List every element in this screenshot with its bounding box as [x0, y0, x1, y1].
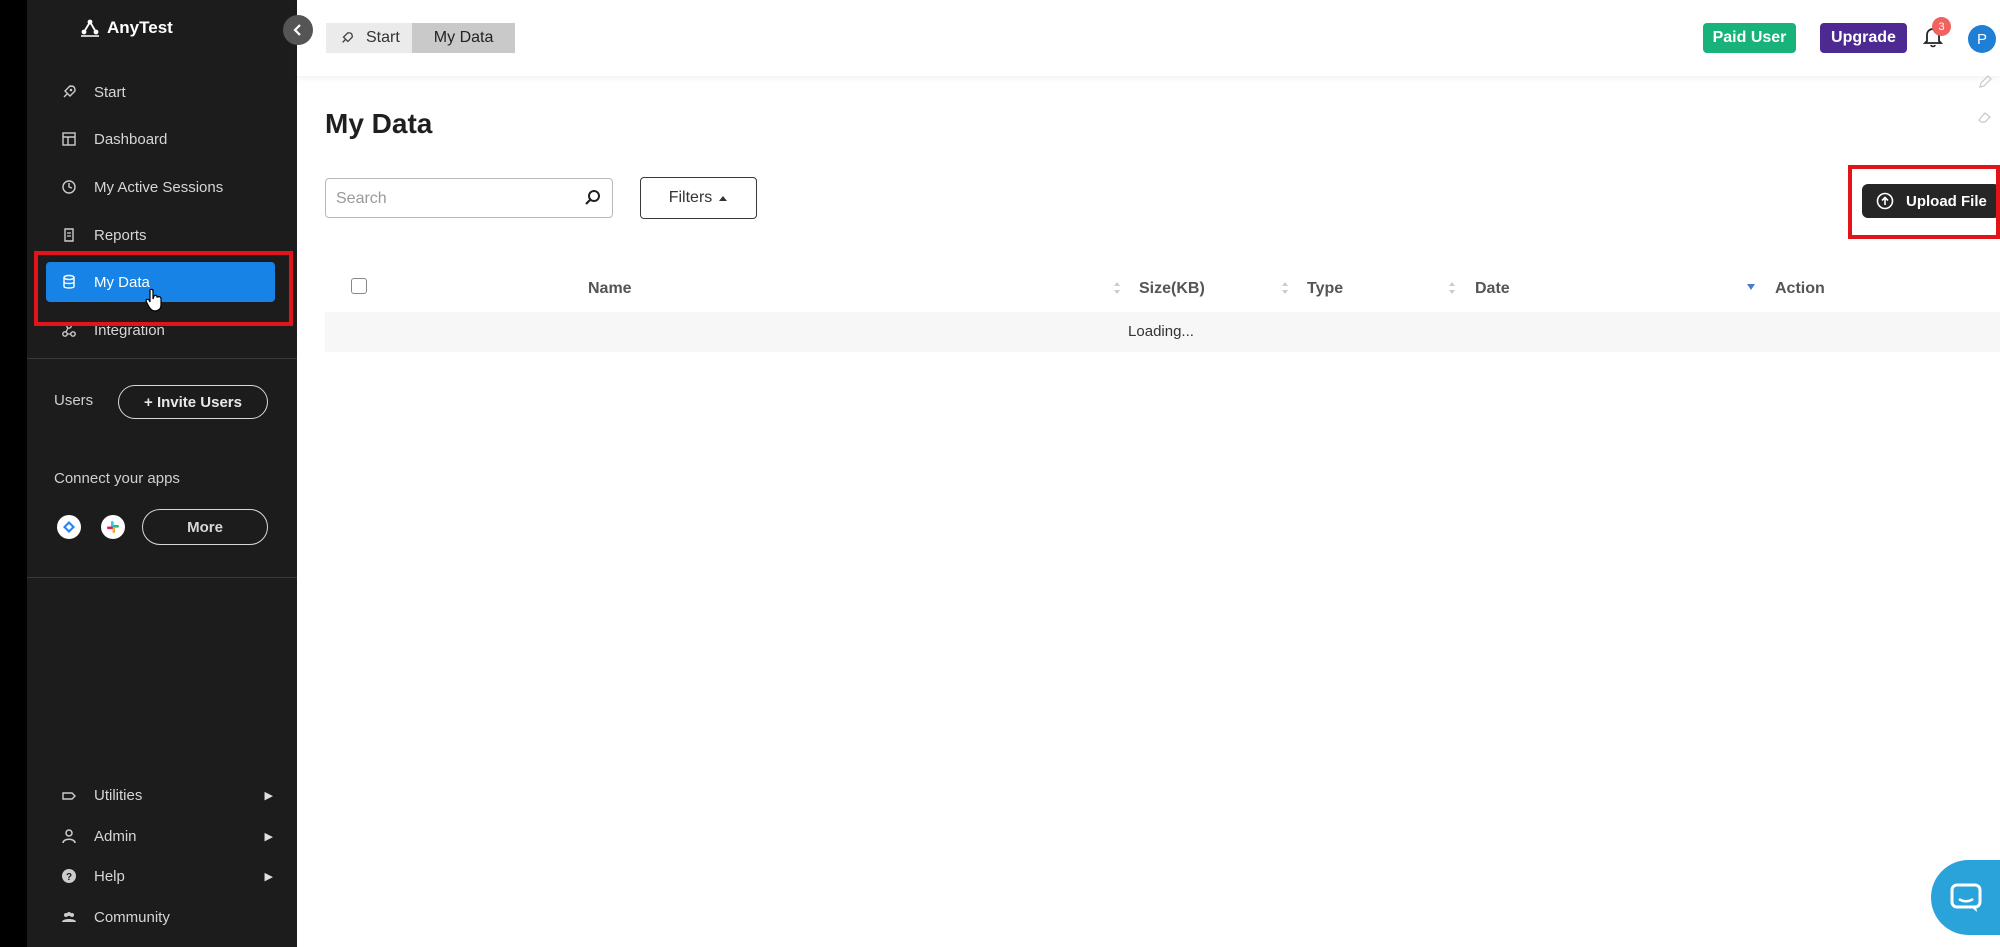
select-all-checkbox[interactable] — [351, 278, 367, 294]
sidebar-item-label: My Active Sessions — [94, 178, 224, 196]
svg-text:?: ? — [66, 872, 72, 883]
chevron-left-icon — [293, 24, 301, 36]
sidebar-item-label: My Data — [94, 273, 150, 291]
mouse-cursor — [145, 288, 163, 312]
expand-arrow-icon: ▶ — [264, 830, 273, 843]
sidebar: AnyTest Start Dashboard My Active Sessio… — [27, 0, 297, 947]
rocket-icon — [60, 83, 78, 101]
sidebar-item-label: Start — [94, 83, 126, 101]
sidebar-item-label: Dashboard — [94, 130, 168, 148]
sort-icon[interactable] — [1280, 278, 1290, 298]
slack-icon[interactable] — [101, 515, 125, 539]
dashboard-icon — [60, 130, 78, 148]
sidebar-item-admin[interactable]: Admin ▶ — [46, 819, 292, 853]
sidebar-item-label: Community — [94, 908, 170, 926]
app-name: AnyTest — [107, 18, 173, 37]
loading-text: Loading... — [1128, 323, 1194, 340]
sort-desc-icon[interactable] — [1746, 278, 1756, 298]
column-header-date[interactable]: Date — [1475, 280, 1510, 298]
filters-button[interactable]: Filters — [640, 177, 757, 219]
paid-user-badge[interactable]: Paid User — [1703, 23, 1796, 53]
upload-file-button[interactable]: Upload File — [1862, 184, 2000, 218]
users-label: Users — [54, 392, 94, 409]
pencil-icon[interactable] — [1978, 75, 1992, 89]
app-logo[interactable]: AnyTest — [79, 16, 173, 40]
clock-icon — [60, 178, 78, 196]
collapse-sidebar-button[interactable] — [283, 15, 313, 45]
sort-icon[interactable] — [1112, 278, 1122, 298]
chat-icon — [1950, 883, 1981, 912]
search-icon[interactable] — [584, 189, 602, 207]
breadcrumb: Start My Data — [326, 23, 516, 53]
integration-icon — [60, 321, 78, 339]
upload-icon — [1876, 192, 1894, 210]
database-icon — [60, 273, 78, 291]
help-icon: ? — [60, 867, 78, 885]
sidebar-item-label: Help — [94, 867, 125, 885]
jira-icon[interactable] — [57, 515, 81, 539]
sidebar-item-help[interactable]: ? Help ▶ — [46, 859, 292, 893]
sidebar-item-label: Integration — [94, 321, 165, 339]
sidebar-item-my-active-sessions[interactable]: My Active Sessions — [46, 167, 292, 207]
column-header-name[interactable]: Name — [588, 280, 632, 298]
more-apps-button[interactable]: More — [142, 509, 268, 545]
column-header-action: Action — [1775, 280, 1825, 297]
chat-widget-button[interactable] — [1931, 860, 2000, 935]
sidebar-item-utilities[interactable]: Utilities ▶ — [46, 778, 292, 812]
table-header: Name Size(KB) Type Date Action — [325, 270, 2000, 310]
left-edge-strip — [0, 0, 27, 947]
invite-users-button[interactable]: + Invite Users — [118, 385, 268, 419]
sort-icon[interactable] — [1447, 278, 1457, 298]
utilities-icon — [60, 786, 78, 804]
upload-file-label: Upload File — [1906, 192, 1987, 210]
caret-up-icon — [719, 196, 728, 201]
rocket-icon — [342, 32, 353, 43]
eraser-icon[interactable] — [1978, 110, 1992, 124]
sidebar-item-integration[interactable]: Integration — [46, 310, 292, 350]
sidebar-item-community[interactable]: Community — [46, 900, 292, 934]
column-header-type[interactable]: Type — [1307, 280, 1343, 298]
sidebar-divider — [27, 358, 297, 359]
community-icon — [60, 908, 78, 926]
connect-apps-label: Connect your apps — [54, 470, 180, 487]
sidebar-divider — [27, 577, 297, 578]
report-icon — [60, 226, 78, 244]
sidebar-item-start[interactable]: Start — [46, 72, 292, 112]
breadcrumb-my-data[interactable]: My Data — [411, 23, 516, 53]
breadcrumb-my-data-label: My Data — [433, 29, 494, 46]
notification-count-badge: 3 — [1932, 17, 1951, 36]
search-box — [325, 178, 613, 218]
search-input[interactable] — [334, 179, 578, 218]
sidebar-item-label: Utilities — [94, 786, 143, 804]
table-loading-row: Loading... — [325, 312, 2000, 352]
sidebar-item-label: Reports — [94, 226, 147, 244]
side-toolbar — [1968, 0, 2000, 200]
expand-arrow-icon: ▶ — [264, 870, 273, 883]
upgrade-button[interactable]: Upgrade — [1820, 23, 1907, 53]
filters-label: Filters — [668, 189, 713, 206]
column-header-size[interactable]: Size(KB) — [1139, 280, 1205, 298]
sidebar-item-label: Admin — [94, 827, 137, 845]
sidebar-item-reports[interactable]: Reports — [46, 215, 292, 255]
logo-icon — [81, 19, 99, 37]
sidebar-item-dashboard[interactable]: Dashboard — [46, 119, 292, 159]
page-title: My Data — [325, 108, 433, 139]
expand-arrow-icon: ▶ — [264, 789, 273, 802]
breadcrumb-start[interactable]: Start — [326, 23, 412, 53]
breadcrumb-start-label: Start — [366, 29, 400, 46]
user-icon — [60, 827, 78, 845]
